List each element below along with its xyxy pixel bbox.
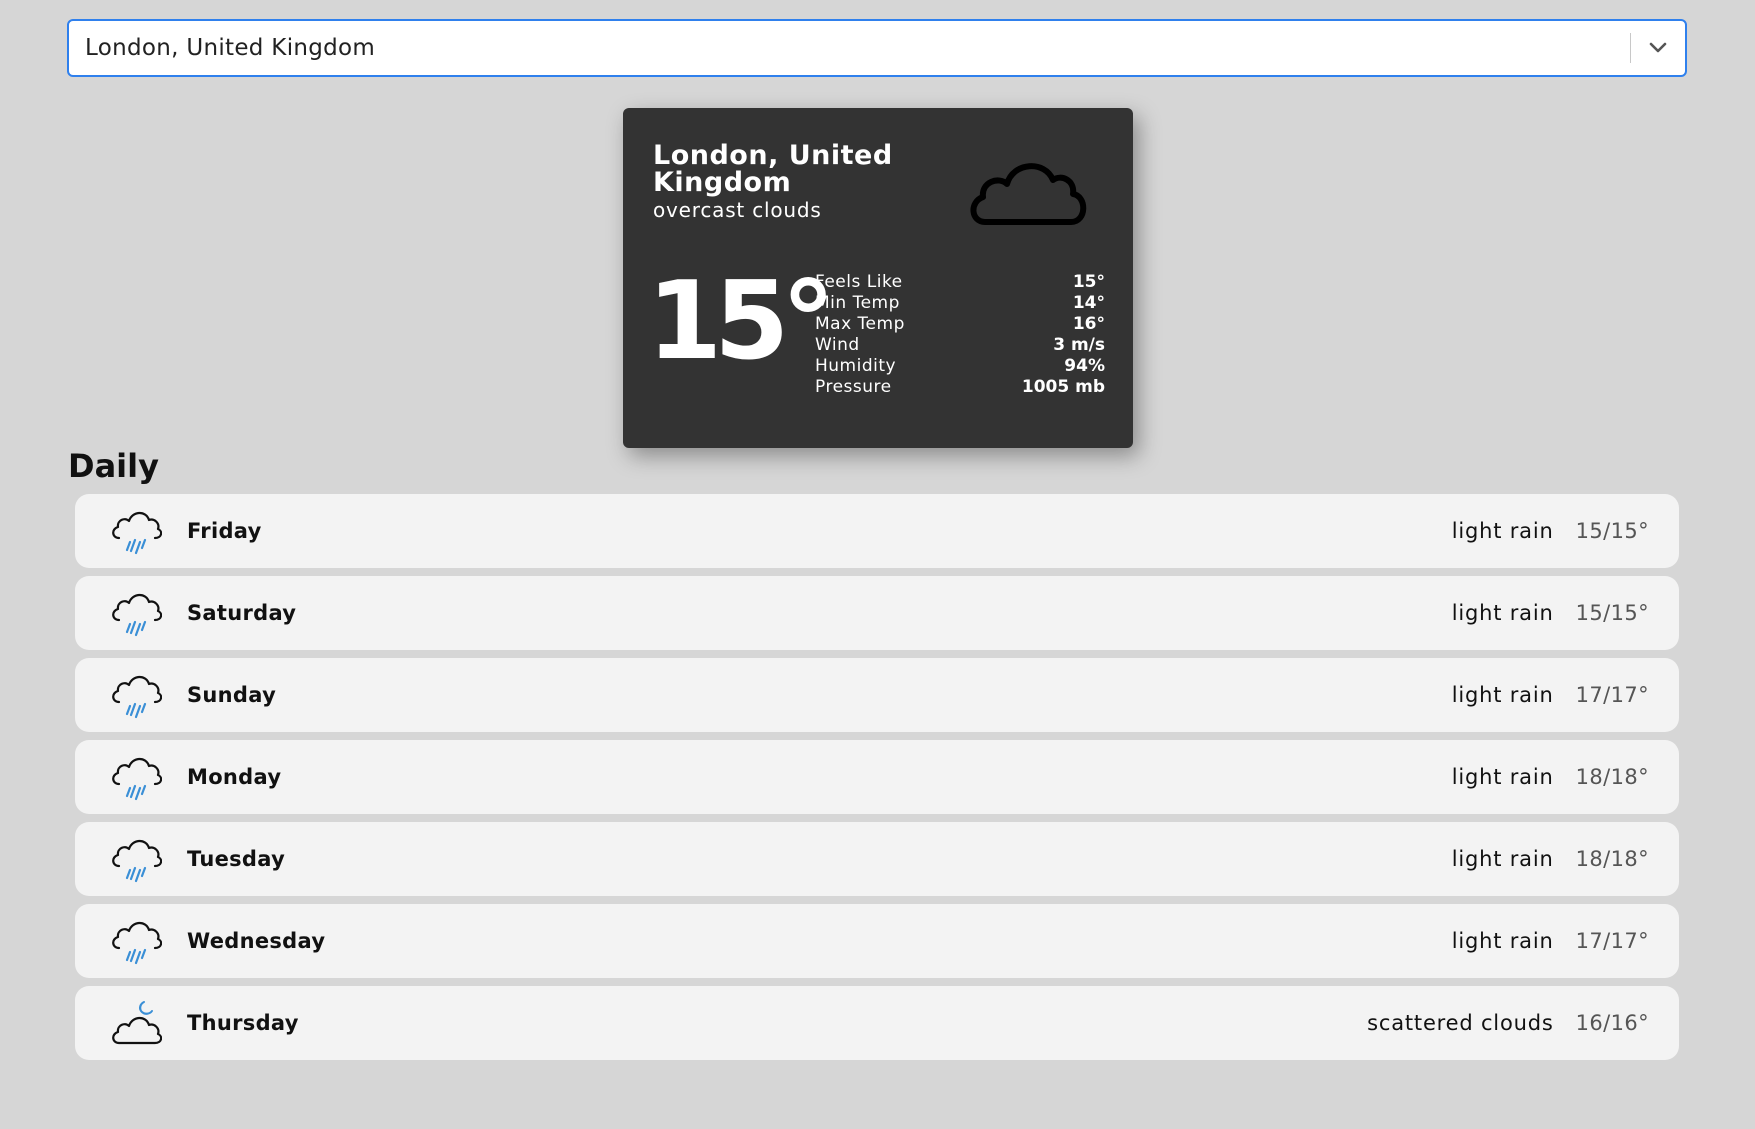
detail-row-wind: Wind 3 m/s — [815, 335, 1105, 356]
day-description: light rain — [1451, 519, 1554, 543]
detail-value: 14° — [1072, 293, 1105, 313]
location-select-value[interactable]: London, United Kingdom — [69, 35, 1630, 61]
daily-title: Daily — [68, 447, 159, 485]
rain-cloud-icon — [112, 675, 162, 719]
detail-value: 16° — [1072, 314, 1105, 334]
rain-cloud-icon — [112, 921, 162, 965]
daily-item-wednesday[interactable]: Wednesday light rain 17/17° — [75, 904, 1679, 978]
rain-cloud-icon — [112, 511, 162, 555]
rain-cloud-icon — [112, 839, 162, 883]
detail-row-min-temp: Min Temp 14° — [815, 293, 1105, 314]
detail-label: Min Temp — [815, 293, 900, 313]
day-temperature: 17/17° — [1575, 683, 1649, 707]
day-description: light rain — [1451, 929, 1554, 953]
chevron-down-icon — [1649, 42, 1667, 53]
day-temperature: 18/18° — [1575, 765, 1649, 789]
current-temperature: 15° — [647, 259, 835, 384]
day-temperature: 18/18° — [1575, 847, 1649, 871]
day-temperature: 17/17° — [1575, 929, 1649, 953]
dropdown-toggle[interactable] — [1631, 21, 1685, 75]
detail-label: Feels Like — [815, 272, 903, 292]
daily-item-monday[interactable]: Monday light rain 18/18° — [75, 740, 1679, 814]
detail-row-pressure: Pressure 1005 mb — [815, 377, 1105, 398]
day-name: Tuesday — [187, 847, 286, 871]
current-description: overcast clouds — [653, 198, 822, 222]
day-name: Wednesday — [187, 929, 326, 953]
detail-value: 15° — [1072, 272, 1105, 292]
current-city: London, United Kingdom — [653, 140, 893, 198]
daily-item-sunday[interactable]: Sunday light rain 17/17° — [75, 658, 1679, 732]
daily-forecast-list: Friday light rain 15/15° Saturday light … — [75, 494, 1679, 1068]
day-description: light rain — [1451, 601, 1554, 625]
detail-row-max-temp: Max Temp 16° — [815, 314, 1105, 335]
day-temperature: 16/16° — [1575, 1011, 1649, 1035]
day-name: Thursday — [187, 1011, 299, 1035]
day-description: scattered clouds — [1367, 1011, 1554, 1035]
daily-item-thursday[interactable]: Thursday scattered clouds 16/16° — [75, 986, 1679, 1060]
detail-label: Pressure — [815, 377, 892, 397]
detail-label: Max Temp — [815, 314, 905, 334]
rain-cloud-icon — [112, 593, 162, 637]
detail-value: 94% — [1064, 356, 1105, 376]
cloud-moon-icon — [112, 1001, 162, 1045]
location-select[interactable]: London, United Kingdom — [67, 19, 1687, 77]
rain-cloud-icon — [112, 757, 162, 801]
detail-label: Wind — [815, 335, 860, 355]
detail-row-humidity: Humidity 94% — [815, 356, 1105, 377]
day-description: light rain — [1451, 683, 1554, 707]
daily-item-saturday[interactable]: Saturday light rain 15/15° — [75, 576, 1679, 650]
day-name: Friday — [187, 519, 262, 543]
detail-value: 1005 mb — [1021, 377, 1105, 397]
detail-label: Humidity — [815, 356, 897, 376]
day-temperature: 15/15° — [1575, 519, 1649, 543]
current-details: Feels Like 15° Min Temp 14° Max Temp 16°… — [815, 272, 1105, 398]
daily-item-tuesday[interactable]: Tuesday light rain 18/18° — [75, 822, 1679, 896]
day-name: Monday — [187, 765, 282, 789]
detail-value: 3 m/s — [1053, 335, 1105, 355]
day-description: light rain — [1451, 765, 1554, 789]
daily-item-friday[interactable]: Friday light rain 15/15° — [75, 494, 1679, 568]
day-temperature: 15/15° — [1575, 601, 1649, 625]
day-description: light rain — [1451, 847, 1554, 871]
day-name: Sunday — [187, 683, 277, 707]
cloud-icon — [970, 163, 1087, 225]
detail-row-feels-like: Feels Like 15° — [815, 272, 1105, 293]
current-weather-card: London, United Kingdom overcast clouds 1… — [623, 108, 1133, 448]
day-name: Saturday — [187, 601, 297, 625]
